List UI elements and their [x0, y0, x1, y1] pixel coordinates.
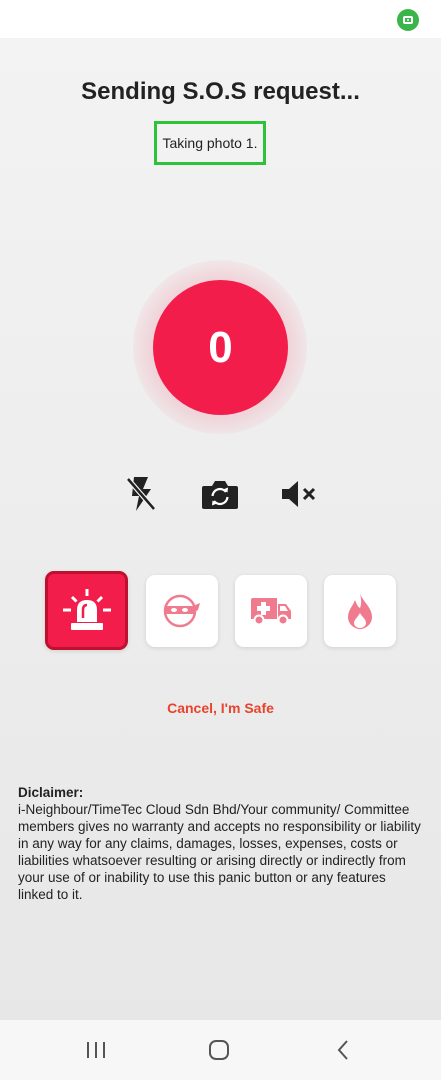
- emergency-type-robbery[interactable]: [146, 575, 218, 647]
- screen-record-icon: [397, 9, 419, 31]
- recents-icon: [87, 1042, 105, 1058]
- disclaimer-body: i-Neighbour/TimeTec Cloud Sdn Bhd/Your c…: [18, 802, 421, 902]
- disclaimer-title: Diclaimer:: [18, 785, 84, 800]
- back-button[interactable]: [328, 1036, 358, 1064]
- flash-off-button[interactable]: [121, 474, 161, 514]
- switch-camera-icon: [202, 481, 238, 509]
- page-title: Sending S.O.S request...: [81, 78, 360, 105]
- back-icon: [337, 1040, 348, 1060]
- mute-button[interactable]: [279, 474, 319, 514]
- status-text: Taking photo 1.: [154, 121, 266, 165]
- home-button[interactable]: [204, 1036, 234, 1064]
- sos-screen: Sending S.O.S request... Taking photo 1.…: [0, 38, 441, 1020]
- emergency-type-medical[interactable]: [235, 575, 307, 647]
- home-icon: [209, 1040, 229, 1060]
- mute-icon: [282, 481, 316, 507]
- cancel-button[interactable]: Cancel, I'm Safe: [0, 700, 441, 716]
- counter-value: 0: [208, 322, 233, 372]
- navigation-bar: [0, 1020, 441, 1080]
- recents-button[interactable]: [81, 1036, 111, 1064]
- disclaimer: Diclaimer: i-Neighbour/TimeTec Cloud Sdn…: [18, 784, 423, 903]
- siren-icon: [62, 588, 111, 630]
- switch-camera-button[interactable]: [200, 474, 240, 514]
- fire-icon: [348, 593, 372, 629]
- emergency-type-alert[interactable]: [45, 571, 128, 650]
- countdown-counter: 0: [153, 280, 288, 415]
- flash-off-icon: [126, 477, 156, 511]
- status-label: Taking photo 1.: [162, 135, 258, 151]
- emergency-type-fire[interactable]: [324, 575, 396, 647]
- ambulance-icon: [251, 598, 291, 626]
- status-bar: [0, 0, 441, 38]
- robber-icon: [163, 594, 200, 628]
